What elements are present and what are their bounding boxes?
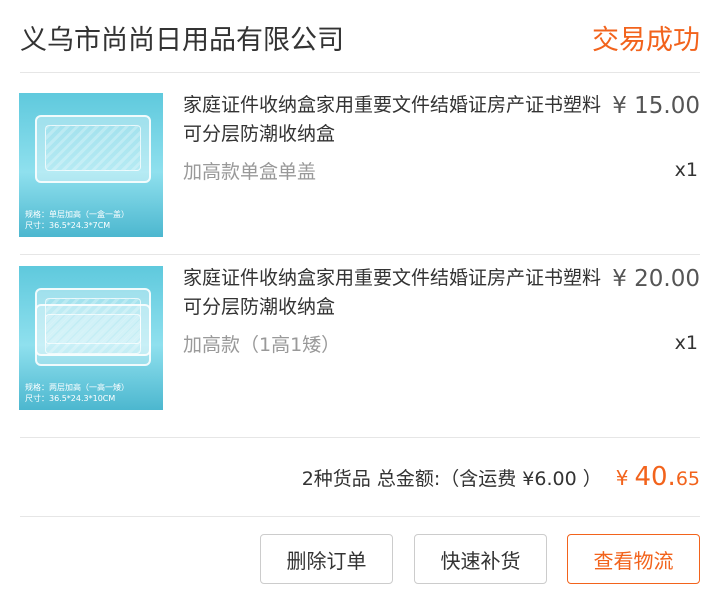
order-item[interactable]: 规格：单层加高（一盒一盖） 尺寸：36.5*24.3*7CM 家庭证件收纳盒家用… <box>0 93 720 238</box>
product-quantity: x1 <box>674 159 698 181</box>
product-variant: 加高款（1高1矮） <box>183 334 341 356</box>
divider <box>20 516 700 517</box>
product-image[interactable]: 规格：单层加高（一盒一盖） 尺寸：36.5*24.3*7CM <box>19 93 163 237</box>
product-quantity: x1 <box>674 332 698 354</box>
shop-name[interactable]: 义乌市尚尚日用品有限公司 <box>20 18 344 57</box>
storage-box-graphic <box>35 304 151 366</box>
storage-box-graphic <box>35 115 151 183</box>
product-price: ¥ 15.00 <box>612 93 700 119</box>
product-price: ¥ 20.00 <box>612 266 700 292</box>
product-title[interactable]: 家庭证件收纳盒家用重要文件结婚证房产证书塑料可分层防潮收纳盒 <box>183 264 601 322</box>
total-amount-decimal: 65 <box>675 468 700 490</box>
total-amount-integer: 40. <box>634 462 676 492</box>
product-title[interactable]: 家庭证件收纳盒家用重要文件结婚证房产证书塑料可分层防潮收纳盒 <box>183 91 601 149</box>
order-item[interactable]: 规格：两层加高（一高一矮） 尺寸：36.5*24.3*10CM 家庭证件收纳盒家… <box>0 266 720 411</box>
total-description: 2种货品 总金额:（含运费 ¥6.00 ） <box>301 468 602 490</box>
order-total: 2种货品 总金额:（含运费 ¥6.00 ） ¥ 40. 65 <box>302 462 700 492</box>
product-image-spec: 规格：单层加高（一盒一盖） 尺寸：36.5*24.3*7CM <box>25 210 129 230</box>
delete-order-button[interactable]: 删除订单 <box>260 534 393 584</box>
order-status: 交易成功 <box>592 25 700 56</box>
product-image[interactable]: 规格：两层加高（一高一矮） 尺寸：36.5*24.3*10CM <box>19 266 163 410</box>
divider <box>20 72 700 73</box>
divider <box>20 254 700 255</box>
total-currency: ¥ <box>615 466 629 490</box>
view-logistics-button[interactable]: 查看物流 <box>567 534 700 584</box>
product-variant: 加高款单盒单盖 <box>183 161 317 183</box>
quick-restock-button[interactable]: 快速补货 <box>414 534 547 584</box>
product-image-spec: 规格：两层加高（一高一矮） 尺寸：36.5*24.3*10CM <box>25 383 129 403</box>
divider <box>20 437 700 438</box>
